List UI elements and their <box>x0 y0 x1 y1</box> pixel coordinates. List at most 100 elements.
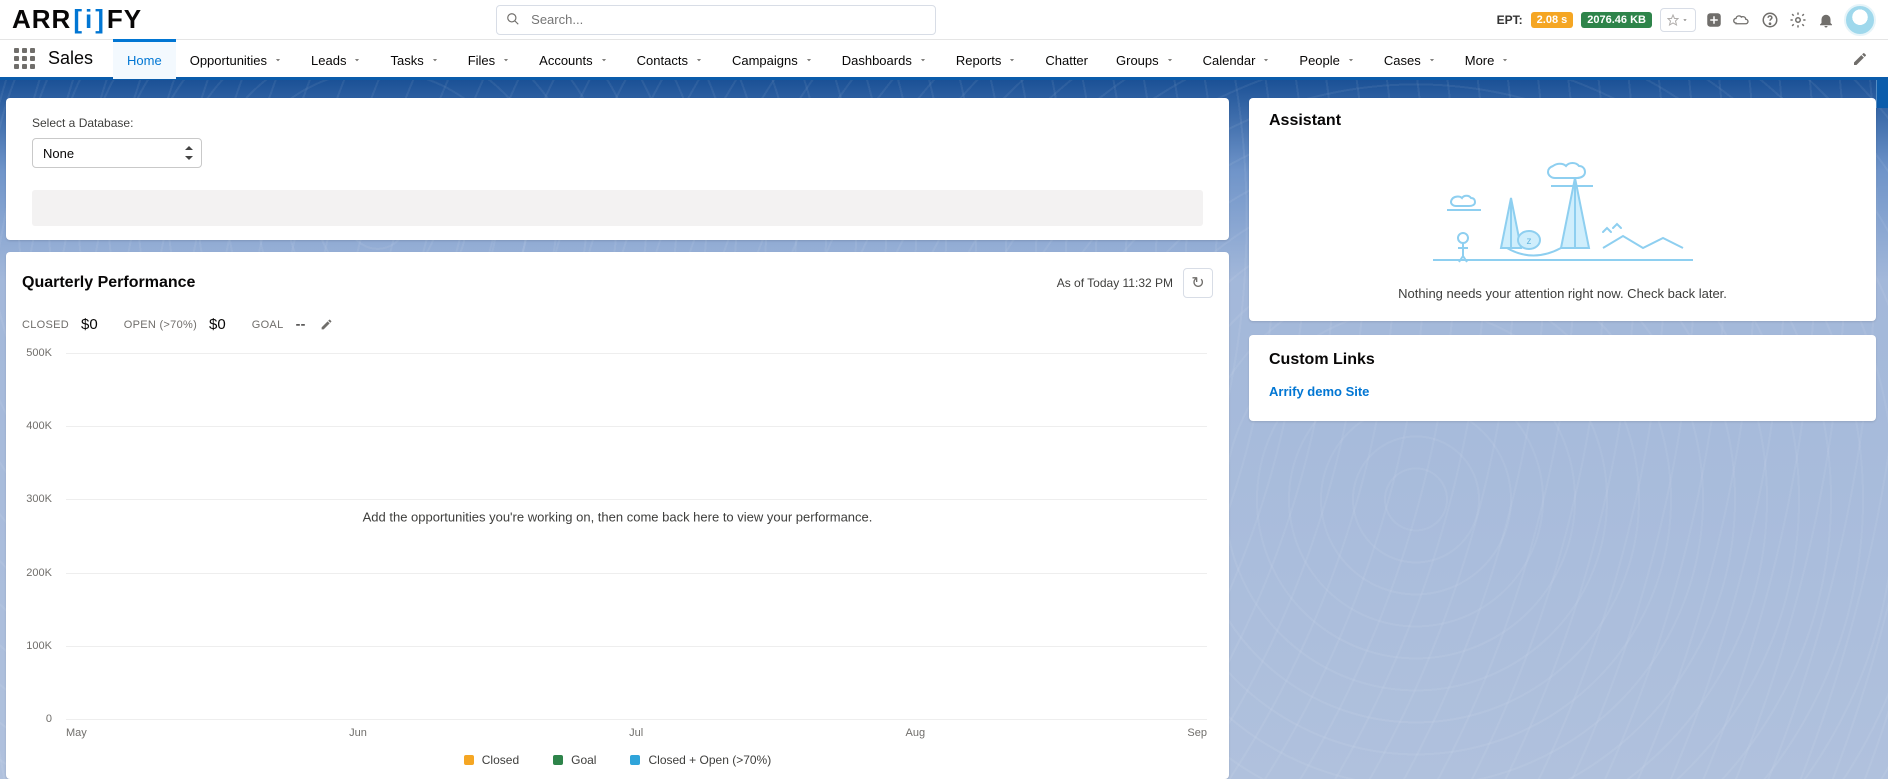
custom-links-card: Custom Links Arrify demo Site <box>1249 335 1876 421</box>
logo-bracket-left: [ <box>73 4 83 35</box>
nav-tab-label: Contacts <box>637 53 688 68</box>
add-icon[interactable] <box>1704 10 1724 30</box>
select-database-label: Select a Database: <box>32 116 1203 130</box>
database-select-value: None <box>43 146 74 161</box>
nav-tab-calendar[interactable]: Calendar <box>1189 39 1286 79</box>
nav-tab-groups[interactable]: Groups <box>1102 39 1189 79</box>
nav-bar: Sales HomeOpportunitiesLeadsTasksFilesAc… <box>0 40 1888 80</box>
chevron-down-icon[interactable] <box>1500 55 1510 65</box>
chevron-down-icon[interactable] <box>273 55 283 65</box>
nav-tab-campaigns[interactable]: Campaigns <box>718 39 828 79</box>
database-results-placeholder <box>32 190 1203 226</box>
nav-tab-label: Tasks <box>390 53 423 68</box>
qp-legend: Closed Goal Closed + Open (>70%) <box>18 753 1217 767</box>
chevron-down-icon[interactable] <box>1007 55 1017 65</box>
nav-tabs: Home Opportunities Leads Tasks Files Accounts… <box>113 39 1524 79</box>
legend-label: Goal <box>571 753 596 767</box>
user-avatar[interactable] <box>1844 4 1876 36</box>
favorites-button[interactable] <box>1660 8 1696 32</box>
chevron-down-icon[interactable] <box>1427 55 1437 65</box>
svg-text:z: z <box>1526 236 1531 247</box>
chevron-down-icon[interactable] <box>918 55 928 65</box>
logo-bracket-right: ] <box>95 4 105 35</box>
quarterly-performance-card: Quarterly Performance As of Today 11:32 … <box>6 252 1229 779</box>
legend-item: Goal <box>553 753 596 767</box>
nav-tab-people[interactable]: People <box>1285 39 1369 79</box>
refresh-button[interactable]: ↻ <box>1183 268 1213 298</box>
edit-nav-icon[interactable] <box>1842 51 1878 67</box>
nav-tab-leads[interactable]: Leads <box>297 39 376 79</box>
nav-tab-label: Reports <box>956 53 1002 68</box>
nav-tab-more[interactable]: More <box>1451 39 1525 79</box>
closed-value: $0 <box>81 316 98 333</box>
y-tick: 200K <box>18 567 58 579</box>
qp-xaxis: May Jun Jul Aug Sep <box>66 727 1207 739</box>
chevron-down-icon[interactable] <box>1346 55 1356 65</box>
x-tick: Sep <box>1187 727 1207 739</box>
qp-title: Quarterly Performance <box>22 274 195 292</box>
chevron-down-icon[interactable] <box>599 55 609 65</box>
nav-tab-tasks[interactable]: Tasks <box>376 39 453 79</box>
help-icon[interactable] <box>1760 10 1780 30</box>
chevron-down-icon[interactable] <box>804 55 814 65</box>
nav-tab-dashboards[interactable]: Dashboards <box>828 39 942 79</box>
nav-tab-contacts[interactable]: Contacts <box>623 39 718 79</box>
nav-tab-accounts[interactable]: Accounts <box>525 39 622 79</box>
chevron-down-icon[interactable] <box>1165 55 1175 65</box>
nav-tab-label: People <box>1299 53 1339 68</box>
assistant-title: Assistant <box>1269 112 1856 130</box>
nav-tab-label: More <box>1465 53 1495 68</box>
x-tick: Jun <box>349 727 367 739</box>
nav-tab-label: Accounts <box>539 53 592 68</box>
nav-tab-label: Opportunities <box>190 53 267 68</box>
nav-tab-label: Groups <box>1116 53 1159 68</box>
logo-i: i <box>85 4 93 35</box>
chevron-down-icon[interactable] <box>694 55 704 65</box>
x-tick: May <box>66 727 87 739</box>
y-tick: 100K <box>18 640 58 652</box>
legend-swatch <box>464 755 474 765</box>
nav-tab-label: Leads <box>311 53 346 68</box>
chevron-down-icon[interactable] <box>430 55 440 65</box>
database-select[interactable]: None <box>32 138 202 168</box>
legend-swatch <box>553 755 563 765</box>
ept-size-badge: 2076.46 KB <box>1581 12 1652 28</box>
assistant-card: Assistant <box>1249 98 1876 321</box>
nav-tab-label: Home <box>127 53 162 68</box>
legend-label: Closed + Open (>70%) <box>648 753 771 767</box>
logo-text: ARR <box>12 4 71 35</box>
select-database-card: Select a Database: None <box>6 98 1229 240</box>
open-label: OPEN (>70%) <box>124 319 197 331</box>
nav-tab-home[interactable]: Home <box>113 39 176 79</box>
nav-tab-files[interactable]: Files <box>454 39 525 79</box>
y-tick: 0 <box>18 713 58 725</box>
setup-icon[interactable] <box>1788 10 1808 30</box>
chevron-down-icon[interactable] <box>1261 55 1271 65</box>
legend-swatch <box>630 755 640 765</box>
search-input[interactable] <box>496 5 936 35</box>
custom-link-item[interactable]: Arrify demo Site <box>1269 384 1369 399</box>
x-tick: Aug <box>906 727 926 739</box>
custom-links-title: Custom Links <box>1269 351 1856 369</box>
nav-tab-chatter[interactable]: Chatter <box>1031 39 1102 79</box>
app-launcher-icon[interactable] <box>10 45 38 73</box>
app-logo: ARR[i]FY <box>12 4 142 35</box>
qp-empty-message: Add the opportunities you're working on,… <box>363 509 873 524</box>
edit-goal-icon[interactable] <box>320 318 333 331</box>
nav-tab-cases[interactable]: Cases <box>1370 39 1451 79</box>
ept-label: EPT: <box>1497 13 1523 27</box>
nav-tab-reports[interactable]: Reports <box>942 39 1032 79</box>
y-tick: 500K <box>18 347 58 359</box>
salesforce-icon[interactable] <box>1732 10 1752 30</box>
chevron-down-icon[interactable] <box>501 55 511 65</box>
legend-label: Closed <box>482 753 519 767</box>
header-actions: EPT: 2.08 s 2076.46 KB <box>1497 4 1876 36</box>
notifications-icon[interactable] <box>1816 10 1836 30</box>
open-value: $0 <box>209 316 226 333</box>
chevron-down-icon[interactable] <box>352 55 362 65</box>
qp-asof: As of Today 11:32 PM <box>1057 276 1173 290</box>
x-tick: Jul <box>629 727 643 739</box>
nav-tab-label: Dashboards <box>842 53 912 68</box>
y-tick: 400K <box>18 420 58 432</box>
nav-tab-opportunities[interactable]: Opportunities <box>176 39 297 79</box>
